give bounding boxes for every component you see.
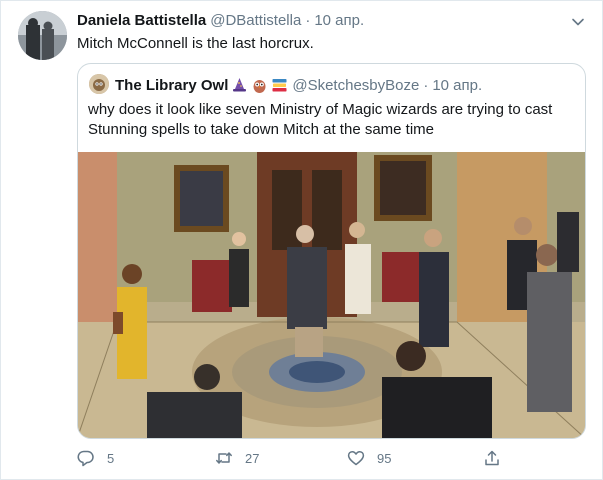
heart-icon: [347, 450, 365, 466]
quoted-author-avatar-image: [89, 74, 109, 94]
tweet-text: Mitch McConnell is the last horcrux.: [77, 35, 314, 52]
header-separator: ·: [305, 12, 311, 29]
tweet-card: Daniela Battistella @DBattistella · 10 а…: [0, 0, 603, 480]
reply-icon: [77, 450, 94, 467]
reply-count: 5: [107, 450, 115, 466]
wizard-emoji-icon: [231, 77, 248, 94]
author-handle[interactable]: @DBattistella: [210, 12, 301, 29]
quoted-text: why does it look like seven Ministry of …: [88, 101, 553, 138]
tweet-date[interactable]: 10 апр.: [314, 12, 364, 29]
quoted-display-name[interactable]: The Library Owl: [115, 77, 228, 94]
retweet-button[interactable]: 27: [215, 447, 259, 469]
author-display-name[interactable]: Daniela Battistella: [77, 12, 206, 29]
reply-button[interactable]: 5: [77, 447, 114, 469]
quoted-date[interactable]: 10 апр.: [432, 77, 482, 94]
quoted-separator: ·: [423, 76, 429, 94]
retweet-count: 27: [245, 450, 260, 466]
share-button[interactable]: [483, 447, 501, 469]
tweet-header: Daniela Battistella @DBattistella · 10 а…: [77, 12, 364, 32]
quoted-tweet[interactable]: The Library Owl @SketchesbyBoze · 10 апр…: [77, 63, 586, 439]
share-icon: [485, 450, 499, 466]
quoted-header: The Library Owl @SketchesbyBoze · 10 апр…: [115, 75, 482, 95]
chevron-down-icon[interactable]: [569, 13, 587, 31]
retweet-icon: [216, 452, 232, 464]
quoted-photo[interactable]: [77, 152, 586, 439]
quoted-author-avatar[interactable]: [89, 74, 109, 94]
quoted-handle[interactable]: @SketchesbyBoze: [292, 77, 419, 94]
like-count: 95: [377, 450, 392, 466]
like-button[interactable]: 95: [347, 447, 391, 469]
books-emoji-icon: [271, 77, 288, 94]
author-avatar[interactable]: [18, 11, 67, 60]
tweet-actions: 5 27 95: [77, 447, 517, 469]
author-avatar-image: [18, 11, 67, 60]
owl-emoji-icon: [251, 77, 268, 94]
